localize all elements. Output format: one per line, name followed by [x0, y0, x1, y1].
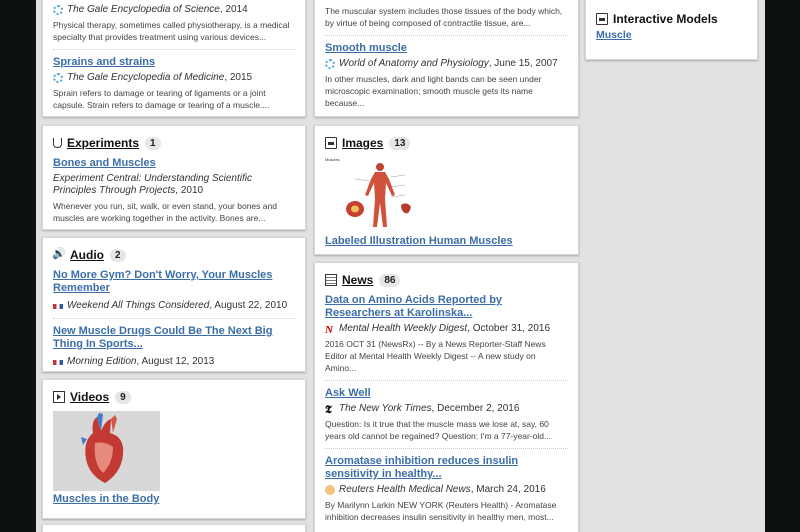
- image-icon: [325, 137, 337, 149]
- source-name: The Gale Encyclopedia of Science: [67, 4, 220, 15]
- news-source-n-icon: N: [325, 324, 333, 336]
- snippet: Physical therapy, sometimes called physi…: [53, 20, 290, 42]
- source-name: Weekend All Things Considered: [67, 300, 210, 311]
- card-reference: The Gale Encyclopedia of Science, 2014 P…: [42, 0, 306, 117]
- result-link[interactable]: Smooth muscle: [325, 42, 568, 55]
- card-videos: Videos 9 Muscles in the Body: [42, 379, 306, 519]
- section-title[interactable]: Videos: [70, 390, 109, 404]
- result-link[interactable]: No More Gym? Don't Worry, Your Muscles R…: [53, 269, 295, 295]
- result-link[interactable]: Sprains and strains: [53, 56, 295, 69]
- section-title[interactable]: Experiments: [67, 136, 139, 150]
- gale-icon: [53, 73, 63, 83]
- snippet: The muscular system includes those tissu…: [325, 6, 563, 28]
- source-date: , August 12, 2013: [136, 356, 215, 367]
- section-header: Audio 2: [52, 247, 295, 263]
- source-date: , March 24, 2016: [470, 484, 546, 495]
- count-badge: 86: [379, 273, 401, 287]
- source-line: Experiment Central: Understanding Scient…: [53, 173, 295, 197]
- image-thumbnail[interactable]: Muscles: [325, 157, 425, 233]
- divider: [53, 49, 295, 50]
- card-reference-2: The muscular system includes those tissu…: [314, 0, 579, 117]
- image-caption: Muscles: [325, 157, 340, 162]
- card-images: Images 13 Muscles Labeled Illustration H: [314, 125, 579, 255]
- source-name: The New York Times: [339, 403, 432, 414]
- newspaper-icon: [325, 274, 337, 286]
- muscle-figure-illustration: [346, 163, 411, 227]
- count-badge: 9: [115, 390, 131, 404]
- source-line: The Gale Encyclopedia of Medicine, 2015: [53, 72, 295, 84]
- nyt-icon: 𝕿: [325, 404, 332, 416]
- section-title: Interactive Models: [613, 12, 718, 26]
- count-badge: 2: [110, 248, 126, 262]
- source-line: N Mental Health Weekly Digest, October 3…: [325, 323, 568, 336]
- source-line: World of Anatomy and Physiology, June 15…: [325, 58, 568, 70]
- flask-icon: [53, 138, 62, 148]
- source-line: Morning Edition, August 12, 2013: [53, 356, 295, 368]
- npr-icon: [53, 303, 63, 309]
- result-link[interactable]: New Muscle Drugs Could Be The Next Big T…: [53, 325, 295, 351]
- source-name: Experiment Central: Understanding Scient…: [53, 173, 252, 196]
- divider: [325, 35, 568, 36]
- source-name: Reuters Health Medical News: [339, 484, 471, 495]
- result-link[interactable]: Muscles in the Body: [53, 493, 295, 506]
- result-link[interactable]: Data on Amino Acids Reported by Research…: [325, 294, 568, 320]
- source-date: , October 31, 2016: [467, 323, 551, 334]
- card-interactive-models: Interactive Models Muscle: [585, 0, 758, 60]
- reuters-icon: [325, 485, 335, 495]
- snippet: Whenever you run, sit, walk, or even sta…: [53, 201, 277, 223]
- section-title[interactable]: News: [342, 273, 373, 287]
- result-link[interactable]: Ask Well: [325, 387, 568, 400]
- card-news: News 86 Data on Amino Acids Reported by …: [314, 262, 579, 532]
- results-canvas: The Gale Encyclopedia of Science, 2014 P…: [36, 0, 765, 532]
- result-link[interactable]: Muscle: [596, 29, 747, 42]
- result-link[interactable]: Labeled Illustration Human Muscles: [325, 235, 568, 248]
- snippet: Sprain refers to damage or tearing of li…: [53, 88, 270, 110]
- left-dark-border: [0, 0, 36, 532]
- divider: [53, 318, 295, 319]
- count-badge: 13: [389, 136, 411, 150]
- section-header: Interactive Models: [596, 11, 747, 27]
- source-date: , August 22, 2010: [209, 300, 288, 311]
- heart-illustration: [81, 413, 124, 483]
- right-dark-border: [765, 0, 800, 532]
- source-date: , 2014: [219, 4, 248, 15]
- snippet: By Marilynn Larkin NEW YORK (Reuters Hea…: [325, 500, 557, 522]
- card-next: [42, 524, 306, 532]
- section-title[interactable]: Audio: [70, 248, 104, 262]
- gale-icon: [53, 5, 63, 15]
- source-date: , June 15, 2007: [488, 58, 558, 69]
- video-icon: [53, 391, 65, 403]
- section-header: News 86: [325, 272, 568, 288]
- section-header: Videos 9: [53, 389, 295, 405]
- divider: [325, 380, 568, 381]
- source-line: Reuters Health Medical News, March 24, 2…: [325, 484, 568, 496]
- card-audio: Audio 2 No More Gym? Don't Worry, Your M…: [42, 237, 306, 372]
- source-date: , December 2, 2016: [431, 403, 520, 414]
- source-date: , 2010: [175, 185, 204, 196]
- source-name: Mental Health Weekly Digest: [339, 323, 468, 334]
- snippet: 2016 OCT 31 (NewsRx) -- By a News Report…: [325, 339, 546, 373]
- snippet: In other muscles, dark and light bands c…: [325, 74, 542, 108]
- section-header: Images 13: [325, 135, 568, 151]
- speaker-icon: [52, 247, 66, 261]
- source-name: Morning Edition: [67, 356, 137, 367]
- section-header: Experiments 1: [53, 135, 295, 151]
- source-line: Weekend All Things Considered, August 22…: [53, 300, 295, 312]
- count-badge: 1: [145, 136, 161, 150]
- divider: [325, 448, 568, 449]
- source-name: World of Anatomy and Physiology: [339, 58, 489, 69]
- source-name: The Gale Encyclopedia of Medicine: [67, 72, 225, 83]
- gale-icon: [325, 59, 335, 69]
- snippet: Question: Is it true that the muscle mas…: [325, 419, 552, 441]
- section-title[interactable]: Images: [342, 136, 383, 150]
- model-icon: [596, 13, 608, 25]
- npr-icon: [53, 359, 63, 365]
- card-experiments: Experiments 1 Bones and Muscles Experime…: [42, 125, 306, 230]
- source-line: The Gale Encyclopedia of Science, 2014: [53, 4, 295, 16]
- source-date: , 2015: [224, 72, 253, 83]
- result-link[interactable]: Bones and Muscles: [53, 157, 295, 170]
- source-line: 𝕿 The New York Times, December 2, 2016: [325, 403, 568, 416]
- video-thumbnail[interactable]: [53, 411, 160, 491]
- result-link[interactable]: Aromatase inhibition reduces insulin sen…: [325, 455, 568, 481]
